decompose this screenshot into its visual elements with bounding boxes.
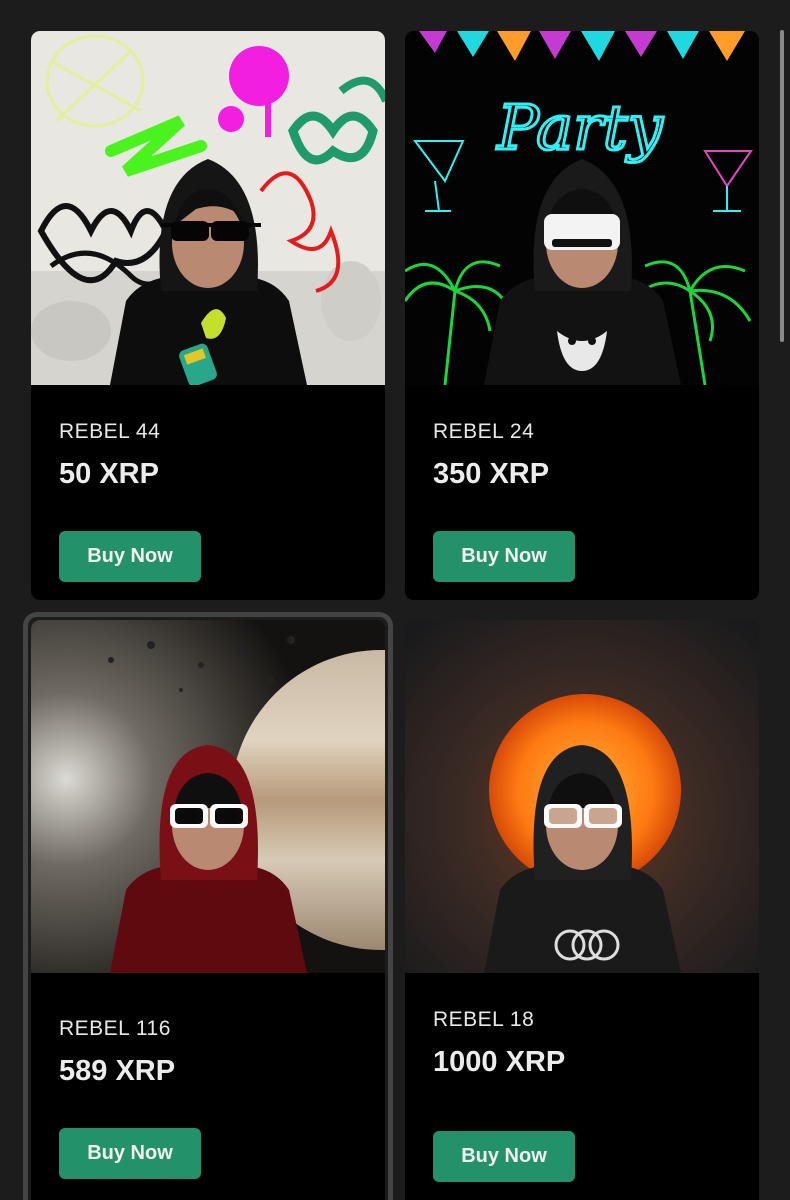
nft-name: REBEL 18 <box>433 1008 535 1031</box>
nft-name: REBEL 44 <box>59 420 161 443</box>
buy-now-button[interactable]: Buy Now <box>433 531 575 582</box>
card-info: REBEL 116 589 XRP Buy Now <box>31 973 385 1179</box>
buy-now-button[interactable]: Buy Now <box>433 1131 575 1182</box>
buy-now-button[interactable]: Buy Now <box>59 531 201 582</box>
nft-price: 1000 XRP <box>433 1046 566 1078</box>
card-info: REBEL 18 1000 XRP Buy Now <box>405 973 759 1182</box>
nft-grid-page: REBEL 44 50 XRP Buy Now Party REBEL 24 3… <box>0 0 790 1200</box>
nft-image[interactable] <box>405 620 759 973</box>
buy-now-button[interactable]: Buy Now <box>59 1128 201 1179</box>
nft-card[interactable]: Party REBEL 24 350 XRP Buy Now <box>405 31 759 600</box>
party-neon-text: Party <box>496 91 663 164</box>
nft-image[interactable] <box>31 31 385 385</box>
nft-name: REBEL 24 <box>433 420 535 443</box>
nft-card[interactable]: REBEL 18 1000 XRP Buy Now <box>405 620 759 1200</box>
card-info: REBEL 44 50 XRP Buy Now <box>31 385 385 582</box>
nft-card[interactable]: REBEL 116 589 XRP Buy Now <box>31 620 385 1200</box>
nft-price: 50 XRP <box>59 458 159 490</box>
nft-price: 350 XRP <box>433 458 550 490</box>
scrollbar[interactable] <box>780 30 784 342</box>
nft-card[interactable]: REBEL 44 50 XRP Buy Now <box>31 31 385 600</box>
card-info: REBEL 24 350 XRP Buy Now <box>405 385 759 582</box>
nft-price: 589 XRP <box>59 1055 176 1087</box>
nft-name: REBEL 116 <box>59 1017 171 1040</box>
nft-image[interactable]: Party <box>405 31 759 385</box>
nft-image[interactable] <box>31 620 385 973</box>
